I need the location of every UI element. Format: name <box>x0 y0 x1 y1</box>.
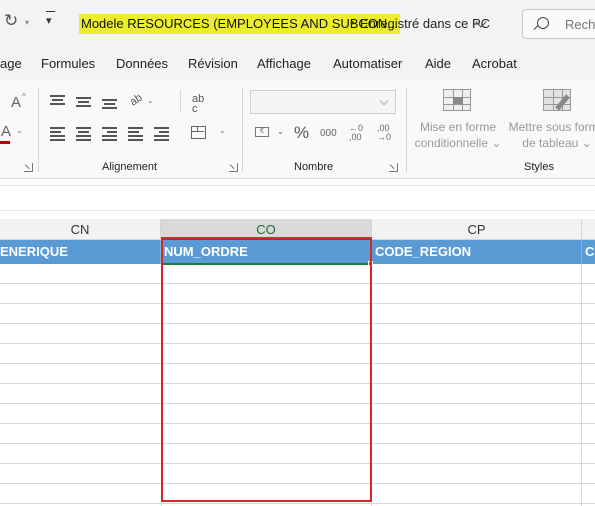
ribbon-tabs: age Formules Données Révision Affichage … <box>0 48 595 80</box>
ribbon-separator <box>242 88 243 172</box>
search-icon <box>537 17 549 29</box>
title-bar: ↻ ▾ ▾ Modele RESOURCES (EMPLOYEES AND SU… <box>0 0 595 48</box>
column-gridline <box>581 264 582 506</box>
column-header-cp[interactable]: CP <box>372 219 582 240</box>
conditional-formatting-label-2: conditionnelle ⌄ <box>414 136 502 150</box>
currency-format-icon[interactable]: € <box>255 127 269 137</box>
currency-dropdown-icon[interactable]: ⌄ <box>277 127 284 136</box>
percent-style-icon[interactable]: % <box>294 123 309 143</box>
font-color-icon[interactable]: A <box>1 123 11 140</box>
font-color-dropdown-icon[interactable]: ⌄ <box>16 126 23 135</box>
header-cell-code-region[interactable]: CODE_REGION <box>372 240 582 264</box>
customize-quick-access-icon[interactable]: ▾ <box>46 11 55 27</box>
align-bottom-icon[interactable] <box>102 99 117 111</box>
ribbon-separator <box>38 88 39 172</box>
header-cell-num-ordre[interactable]: NUM_ORDRE <box>161 240 372 264</box>
title-separator: • <box>350 15 355 30</box>
fill-handle[interactable] <box>368 261 373 266</box>
increase-indent-icon[interactable] <box>154 127 169 143</box>
increase-font-size-icon[interactable]: A <box>11 94 21 111</box>
conditional-formatting-label-1: Mise en forme <box>419 120 497 134</box>
save-status[interactable]: Enregistré dans ce PC <box>360 16 490 31</box>
increase-decimal-icon[interactable]: ←0 ,00 <box>349 124 363 142</box>
align-top-icon[interactable] <box>50 95 65 107</box>
ribbon: A ^ A ⌄ ab ⌄ ab c ⌄ Alignement € ⌄ % 000… <box>0 80 595 179</box>
column-header-cn[interactable]: CN <box>0 219 161 240</box>
decrease-indent-icon[interactable] <box>128 127 143 143</box>
wrap-text-icon[interactable]: ab c <box>192 94 204 115</box>
column-gridline <box>161 264 162 506</box>
tab-aide[interactable]: Aide <box>425 56 451 71</box>
tab-revision[interactable]: Révision <box>188 56 238 71</box>
styles-group-label: Styles <box>524 161 554 173</box>
active-cell-indicator <box>161 263 371 265</box>
merge-dropdown-icon[interactable]: ⌄ <box>219 126 226 135</box>
alignment-dialog-launcher-icon[interactable] <box>229 163 238 172</box>
decrease-decimal-icon[interactable]: ,00 →0 <box>377 124 391 142</box>
format-as-table-label-1: Mettre sous forme <box>508 120 595 134</box>
tab-automatiser[interactable]: Automatiser <box>333 56 402 71</box>
redo-dropdown-icon[interactable]: ▾ <box>25 18 29 27</box>
search-input[interactable]: Reche <box>565 17 595 32</box>
tab-affichage[interactable]: Affichage <box>257 56 311 71</box>
align-middle-icon[interactable] <box>76 97 91 109</box>
comma-style-icon[interactable]: 000 <box>320 128 337 139</box>
tab-formules[interactable]: Formules <box>41 56 95 71</box>
column-header-row: CN CO CP <box>0 219 595 240</box>
align-right-icon[interactable] <box>102 127 117 143</box>
orientation-icon[interactable]: ab <box>128 92 145 109</box>
conditional-formatting-button[interactable]: Mise en forme conditionnelle ⌄ <box>412 119 504 151</box>
column-header-co[interactable]: CO <box>161 219 372 240</box>
ribbon-separator <box>180 90 181 112</box>
tab-acrobat[interactable]: Acrobat <box>472 56 517 71</box>
search-box[interactable]: Reche <box>522 9 595 39</box>
number-format-select[interactable] <box>250 90 396 114</box>
column-header-next[interactable] <box>582 219 595 240</box>
format-as-table-button[interactable]: Mettre sous forme de tableau ⌄ <box>507 119 595 151</box>
font-color-swatch <box>0 141 10 144</box>
orientation-dropdown-icon[interactable]: ⌄ <box>147 96 154 105</box>
font-dialog-launcher-icon[interactable] <box>24 163 33 172</box>
formula-bar[interactable] <box>0 185 595 211</box>
empty-cells-area[interactable] <box>0 264 595 506</box>
chevron-down-icon <box>379 96 389 106</box>
align-center-icon[interactable] <box>76 127 91 143</box>
tab-page-layout[interactable]: age <box>0 56 22 71</box>
table-header-row: ENERIQUE NUM_ORDRE CODE_REGION CO <box>0 240 595 264</box>
header-cell-next[interactable]: CO <box>582 240 595 264</box>
increase-font-caret-icon: ^ <box>22 92 26 101</box>
tab-donnees[interactable]: Données <box>116 56 168 71</box>
header-cell-generique[interactable]: ENERIQUE <box>0 240 161 264</box>
conditional-formatting-icon[interactable] <box>443 89 471 111</box>
align-left-icon[interactable] <box>50 127 65 143</box>
number-group-label: Nombre <box>294 161 334 173</box>
column-gridline <box>371 264 372 506</box>
format-as-table-label-2: de tableau ⌄ <box>522 136 592 150</box>
ribbon-separator <box>406 88 407 172</box>
redo-icon[interactable]: ↻ <box>4 11 18 31</box>
alignment-group-label: Alignement <box>102 161 158 173</box>
number-dialog-launcher-icon[interactable] <box>389 163 398 172</box>
merge-center-icon[interactable] <box>191 126 206 139</box>
